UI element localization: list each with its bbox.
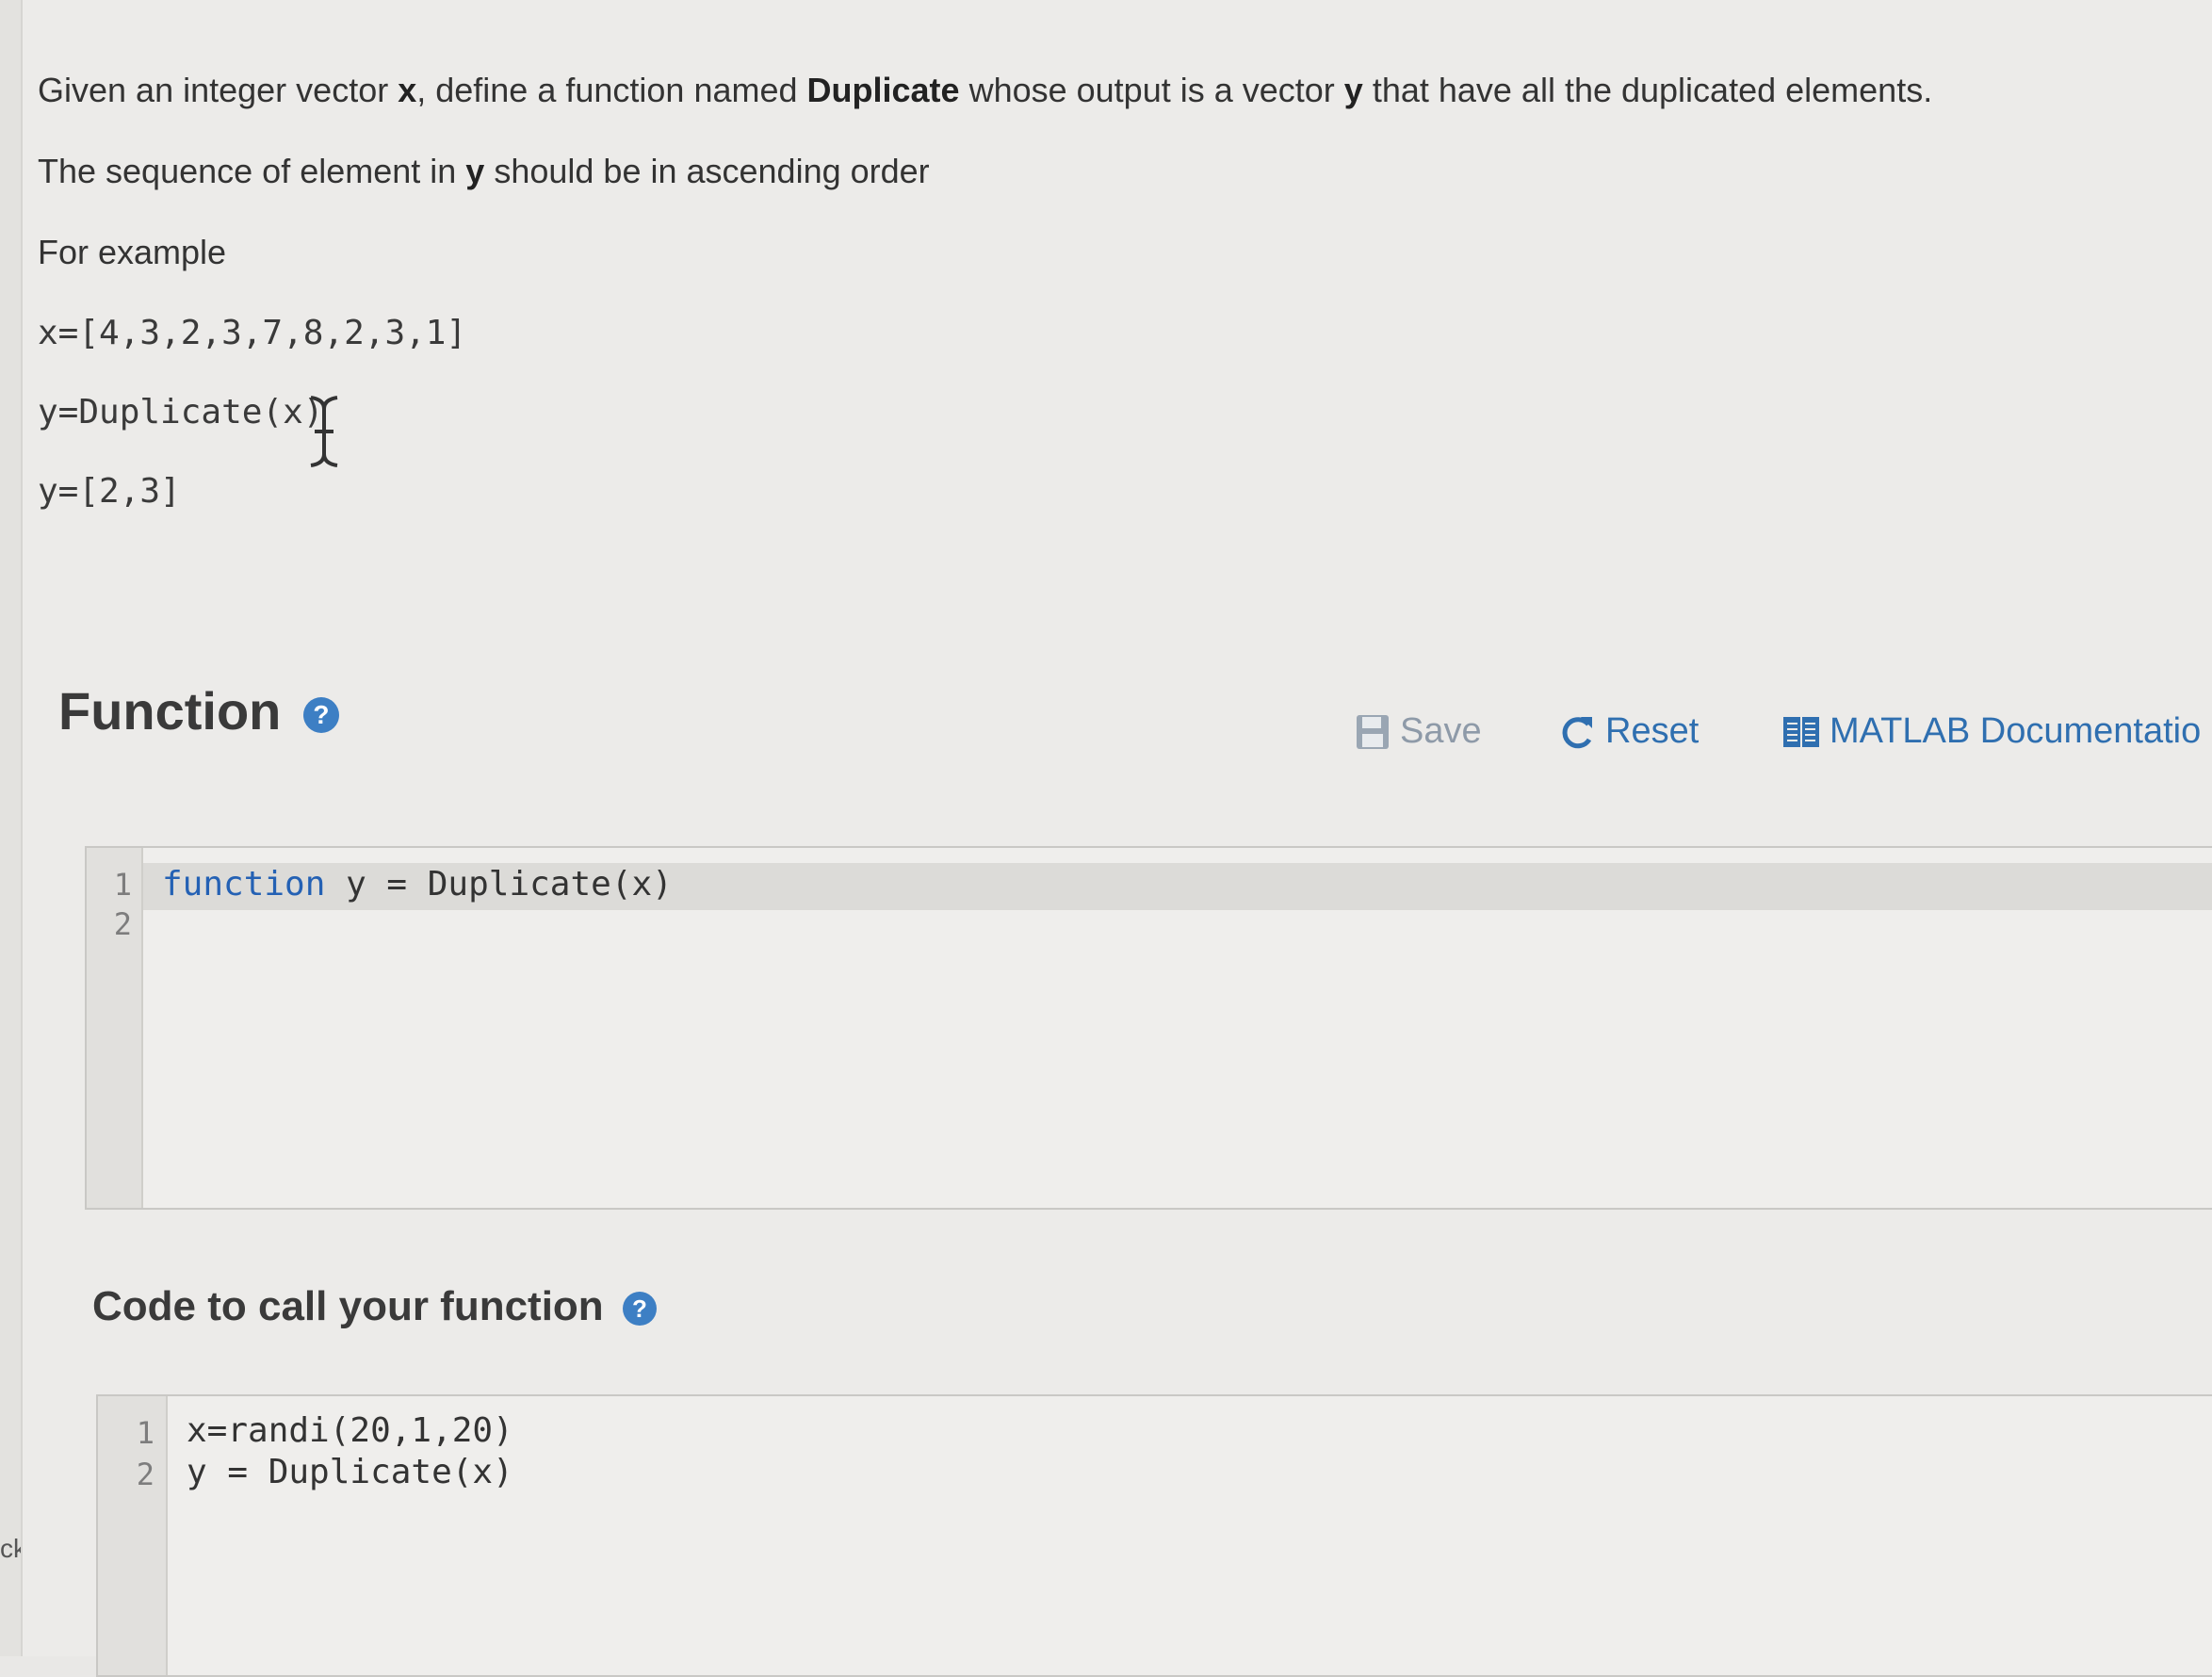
code-line-1[interactable]: function y = Duplicate(x) xyxy=(162,865,673,904)
problem-page: Given an integer vector x, define a func… xyxy=(21,0,2212,1677)
text: that have all the duplicated elements. xyxy=(1362,71,1933,109)
docs-label: MATLAB Documentatio xyxy=(1830,711,2202,751)
save-button[interactable]: Save xyxy=(1355,711,1482,752)
problem-statement: Given an integer vector x, define a func… xyxy=(38,73,2186,554)
example-call: y=Duplicate(x) xyxy=(38,393,324,431)
function-name: Duplicate xyxy=(806,71,960,109)
var-y: y xyxy=(465,152,485,190)
line-number: 2 xyxy=(113,906,132,942)
line-number: 1 xyxy=(113,867,132,903)
for-example-label: For example xyxy=(38,233,227,271)
text: whose output is a vector xyxy=(959,71,1344,109)
example-input: x=[4,3,2,3,7,8,2,3,1] xyxy=(38,314,467,352)
line-number: 2 xyxy=(136,1457,155,1492)
example-output: y=[2,3] xyxy=(38,472,181,511)
question-circle-icon[interactable]: ? xyxy=(622,1292,657,1327)
reset-button[interactable]: Reset xyxy=(1558,711,1699,752)
var-x: x xyxy=(398,71,417,109)
function-section-title: Function ? xyxy=(58,680,339,741)
text-cursor-icon xyxy=(310,396,338,467)
floppy-disk-icon xyxy=(1357,714,1389,749)
question-circle-icon[interactable]: ? xyxy=(302,697,339,734)
left-gutter: ck xyxy=(0,0,26,1656)
save-label: Save xyxy=(1400,711,1482,751)
text: Given an integer vector xyxy=(38,71,398,109)
book-icon xyxy=(1783,716,1819,747)
refresh-icon xyxy=(1562,716,1592,748)
problem-line-2: The sequence of element in y should be i… xyxy=(38,155,2186,188)
code-line-1[interactable]: x=randi(20,1,20) xyxy=(187,1411,513,1450)
line-number: 1 xyxy=(136,1415,155,1451)
call-code-editor[interactable]: 1 2 x=randi(20,1,20) y = Duplicate(x) xyxy=(96,1394,2212,1677)
text: , define a function named xyxy=(416,71,807,109)
function-code-editor[interactable]: 1 2 function y = Duplicate(x) xyxy=(85,846,2212,1210)
var-y: y xyxy=(1343,71,1363,109)
call-title-text: Code to call your function xyxy=(92,1283,604,1329)
text: The sequence of element in xyxy=(38,152,466,190)
code-line-2[interactable]: y = Duplicate(x) xyxy=(187,1453,513,1491)
reset-label: Reset xyxy=(1605,711,1700,751)
matlab-documentation-link[interactable]: MATLAB Documentatio xyxy=(1782,711,2201,752)
code-text: y = Duplicate(x) xyxy=(325,865,673,904)
text: should be in ascending order xyxy=(484,152,930,190)
problem-line-1: Given an integer vector x, define a func… xyxy=(38,73,2186,107)
function-title-text: Function xyxy=(58,681,282,741)
keyword-function: function xyxy=(162,865,326,904)
call-section-title: Code to call your function ? xyxy=(92,1283,657,1330)
